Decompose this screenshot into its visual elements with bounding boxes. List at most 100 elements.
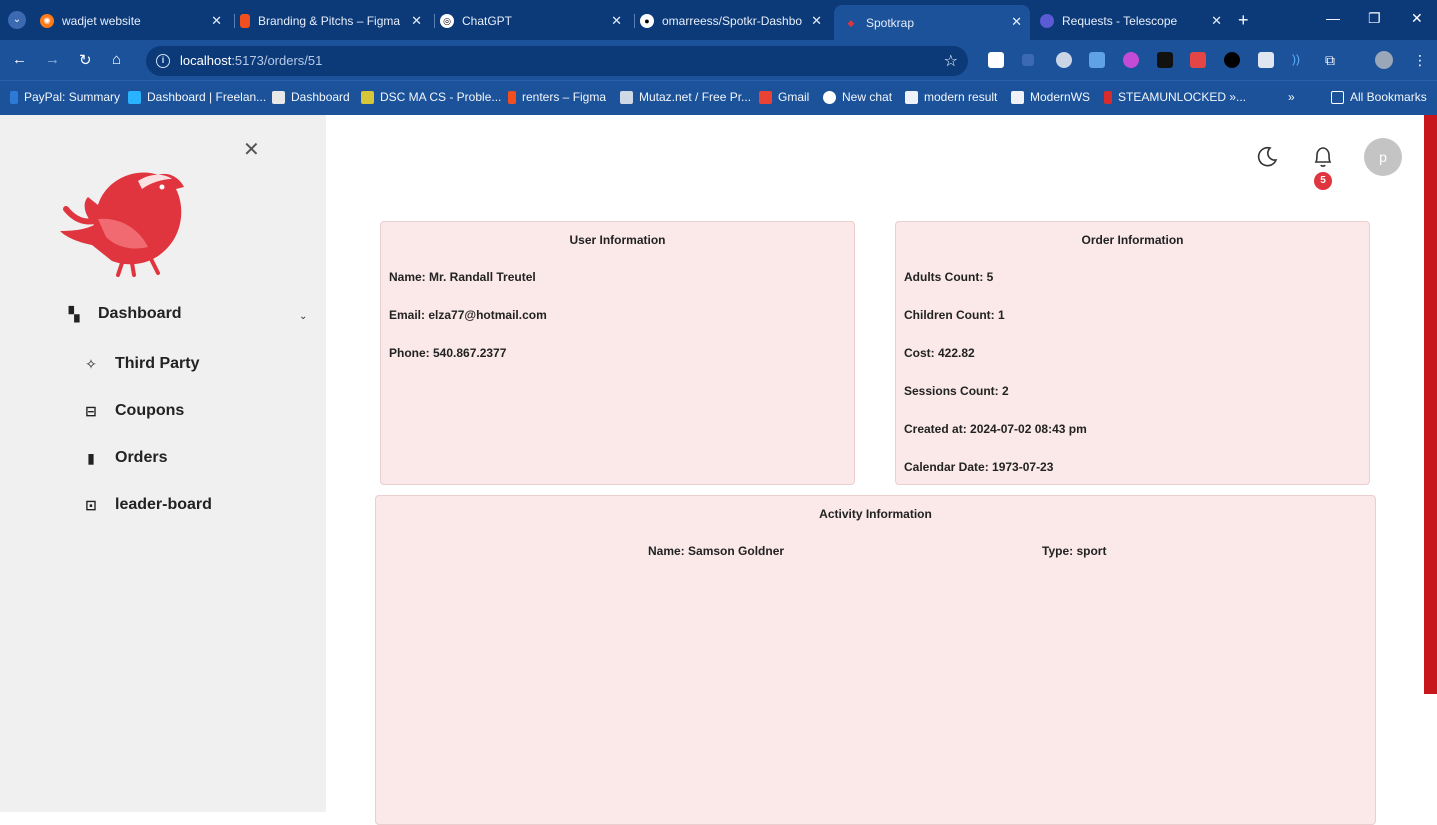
browser-tab-figma[interactable]: Branding & Pitchs – Figma ✕ bbox=[240, 7, 430, 35]
user-name: Name: Mr. Randall Treutel bbox=[389, 270, 536, 284]
tab-search-icon[interactable]: ⌄ bbox=[8, 11, 26, 29]
sidebar-item-orders[interactable]: ▮ Orders bbox=[81, 449, 167, 467]
sidebar-item-third-party[interactable]: ✧ Third Party bbox=[81, 355, 199, 373]
profile-icon[interactable] bbox=[1375, 51, 1393, 69]
browser-tab-telescope[interactable]: Requests - Telescope ✕ bbox=[1040, 7, 1230, 35]
card-title: Activity Information bbox=[819, 507, 932, 521]
all-bookmarks[interactable]: All Bookmarks bbox=[1331, 90, 1427, 104]
folder-icon bbox=[1331, 90, 1344, 104]
back-icon[interactable]: ← bbox=[12, 51, 27, 68]
scrollbar-thumb[interactable] bbox=[1424, 115, 1437, 694]
leaderboard-icon: ⊡ bbox=[85, 496, 97, 513]
figma-favicon-icon bbox=[240, 14, 250, 28]
dsc-icon bbox=[361, 90, 374, 104]
close-tab-icon[interactable]: ✕ bbox=[1211, 13, 1222, 29]
grid-icon: ▚ bbox=[68, 305, 80, 322]
order-information-card: Order Information Adults Count: 5 Childr… bbox=[895, 221, 1370, 485]
notifications-bell-icon[interactable] bbox=[1312, 145, 1334, 169]
figma-icon bbox=[508, 90, 516, 104]
github-favicon-icon: ● bbox=[640, 14, 654, 28]
browser-tab-github[interactable]: ● omarreess/Spotkr-Dashbo ✕ bbox=[640, 7, 830, 35]
mutaz-icon bbox=[620, 90, 633, 104]
bookmarks-overflow[interactable]: » bbox=[1288, 90, 1295, 104]
user-phone: Phone: 540.867.2377 bbox=[389, 346, 507, 360]
user-information-card: User Information Name: Mr. Randall Treut… bbox=[380, 221, 855, 485]
new-tab-icon[interactable]: + bbox=[1238, 10, 1249, 31]
browser-tab-spotkrap[interactable]: ◆ Spotkrap ✕ bbox=[834, 5, 1030, 40]
address-bar[interactable]: i localhost:5173/orders/51 ☆ bbox=[146, 46, 968, 76]
extension-pen-icon[interactable] bbox=[1157, 52, 1173, 68]
bookmark-steamunlocked[interactable]: STEAMUNLOCKED »... bbox=[1104, 90, 1246, 104]
bookmark-new-chat[interactable]: New chat bbox=[823, 90, 892, 104]
bird-logo-icon bbox=[60, 172, 184, 277]
bookmark-icon: ▮ bbox=[87, 449, 95, 466]
card-title: Order Information bbox=[1081, 233, 1184, 247]
activity-type: Type: sport bbox=[1042, 544, 1107, 558]
extension-icon[interactable] bbox=[1022, 54, 1034, 66]
party-popper-icon: ✧ bbox=[85, 355, 97, 372]
adults-count: Adults Count: 5 bbox=[904, 270, 994, 284]
minimize-icon[interactable]: — bbox=[1326, 10, 1340, 26]
close-tab-icon[interactable]: ✕ bbox=[211, 13, 222, 29]
sidebar-item-dashboard[interactable]: ▚ Dashboard bbox=[64, 305, 182, 323]
browser-tab-wadjet[interactable]: ✺ wadjet website ✕ bbox=[40, 7, 230, 35]
bookmark-paypal[interactable]: PayPal: Summary bbox=[10, 90, 120, 104]
bookmark-modern-result[interactable]: modern result bbox=[905, 90, 997, 104]
extension-globe-icon[interactable] bbox=[1056, 52, 1072, 68]
created-at: Created at: 2024-07-02 08:43 pm bbox=[904, 422, 1087, 436]
chatgpt-favicon-icon: ◎ bbox=[440, 14, 454, 28]
sidebar-item-leader-board[interactable]: ⊡ leader-board bbox=[81, 496, 212, 514]
bookmark-dashboard[interactable]: Dashboard bbox=[272, 90, 350, 104]
order-cost: Cost: 422.82 bbox=[904, 346, 975, 360]
children-count: Children Count: 1 bbox=[904, 308, 1005, 322]
close-tab-icon[interactable]: ✕ bbox=[411, 13, 422, 29]
dark-mode-moon-icon[interactable] bbox=[1255, 145, 1279, 169]
home-icon[interactable]: ⌂ bbox=[112, 51, 121, 68]
bookmark-renters-figma[interactable]: renters – Figma bbox=[508, 90, 606, 104]
close-tab-icon[interactable]: ✕ bbox=[611, 13, 622, 29]
extension-icon[interactable] bbox=[1224, 52, 1240, 68]
avatar[interactable]: p bbox=[1364, 138, 1402, 176]
activity-information-card: Activity Information Name: Samson Goldne… bbox=[375, 495, 1376, 825]
sidebar: ✕ ▚ Dashboard ⌄ ✧ Third Party ⊟ Coupons … bbox=[0, 115, 326, 812]
steam-icon bbox=[1104, 90, 1112, 104]
bookmark-gmail[interactable]: Gmail bbox=[759, 90, 809, 104]
gmail-icon bbox=[759, 90, 772, 104]
ticket-icon: ⊟ bbox=[85, 402, 97, 419]
extension-icon[interactable] bbox=[1089, 52, 1105, 68]
activity-name: Name: Samson Goldner bbox=[648, 544, 785, 558]
browser-menu-icon[interactable]: ⋮ bbox=[1413, 52, 1429, 68]
close-window-icon[interactable]: ✕ bbox=[1411, 10, 1423, 27]
bookmark-freelancer[interactable]: Dashboard | Freelan... bbox=[128, 90, 266, 104]
extension-b-icon[interactable] bbox=[988, 52, 1004, 68]
close-tab-icon[interactable]: ✕ bbox=[1011, 14, 1022, 30]
bookmarks-bar: PayPal: Summary Dashboard | Freelan... D… bbox=[0, 80, 1437, 115]
maximize-icon[interactable]: ❐ bbox=[1368, 10, 1381, 27]
forward-icon[interactable]: → bbox=[45, 51, 60, 68]
extension-icon[interactable] bbox=[1190, 52, 1206, 68]
chatgpt-icon bbox=[823, 90, 836, 104]
extension-doc-icon[interactable] bbox=[1258, 52, 1274, 68]
browser-tab-chatgpt[interactable]: ◎ ChatGPT ✕ bbox=[440, 7, 630, 35]
bookmark-star-icon[interactable]: ☆ bbox=[944, 51, 958, 71]
calendar-date: Calendar Date: 1973-07-23 bbox=[904, 460, 1054, 474]
close-sidebar-icon[interactable]: ✕ bbox=[243, 137, 260, 162]
extension-wifi-icon[interactable]: )) bbox=[1292, 52, 1308, 68]
sessions-count: Sessions Count: 2 bbox=[904, 384, 1009, 398]
sidebar-item-coupons[interactable]: ⊟ Coupons bbox=[81, 402, 184, 420]
notification-count-badge: 5 bbox=[1314, 172, 1332, 190]
chevron-down-icon[interactable]: ⌄ bbox=[299, 311, 307, 322]
site-info-icon[interactable]: i bbox=[156, 54, 170, 68]
extensions-puzzle-icon[interactable]: ⧉ bbox=[1325, 52, 1341, 68]
wadjet-favicon-icon: ✺ bbox=[40, 14, 54, 28]
extension-icon[interactable] bbox=[1123, 52, 1139, 68]
bookmark-mutaz[interactable]: Mutaz.net / Free Pr... bbox=[620, 90, 751, 104]
bookmark-modernws[interactable]: ModernWS bbox=[1011, 90, 1090, 104]
browser-tab-bar: ⌄ ✺ wadjet website ✕ Branding & Pitchs –… bbox=[0, 0, 1437, 40]
close-tab-icon[interactable]: ✕ bbox=[811, 13, 822, 29]
user-email: Email: elza77@hotmail.com bbox=[389, 308, 547, 322]
browser-toolbar: ← → ↻ ⌂ i localhost:5173/orders/51 ☆ bbox=[0, 40, 1437, 80]
bookmark-dsc[interactable]: DSC MA CS - Proble... bbox=[361, 90, 501, 104]
bird-favicon-icon: ◆ bbox=[847, 17, 855, 28]
reload-icon[interactable]: ↻ bbox=[79, 51, 92, 69]
